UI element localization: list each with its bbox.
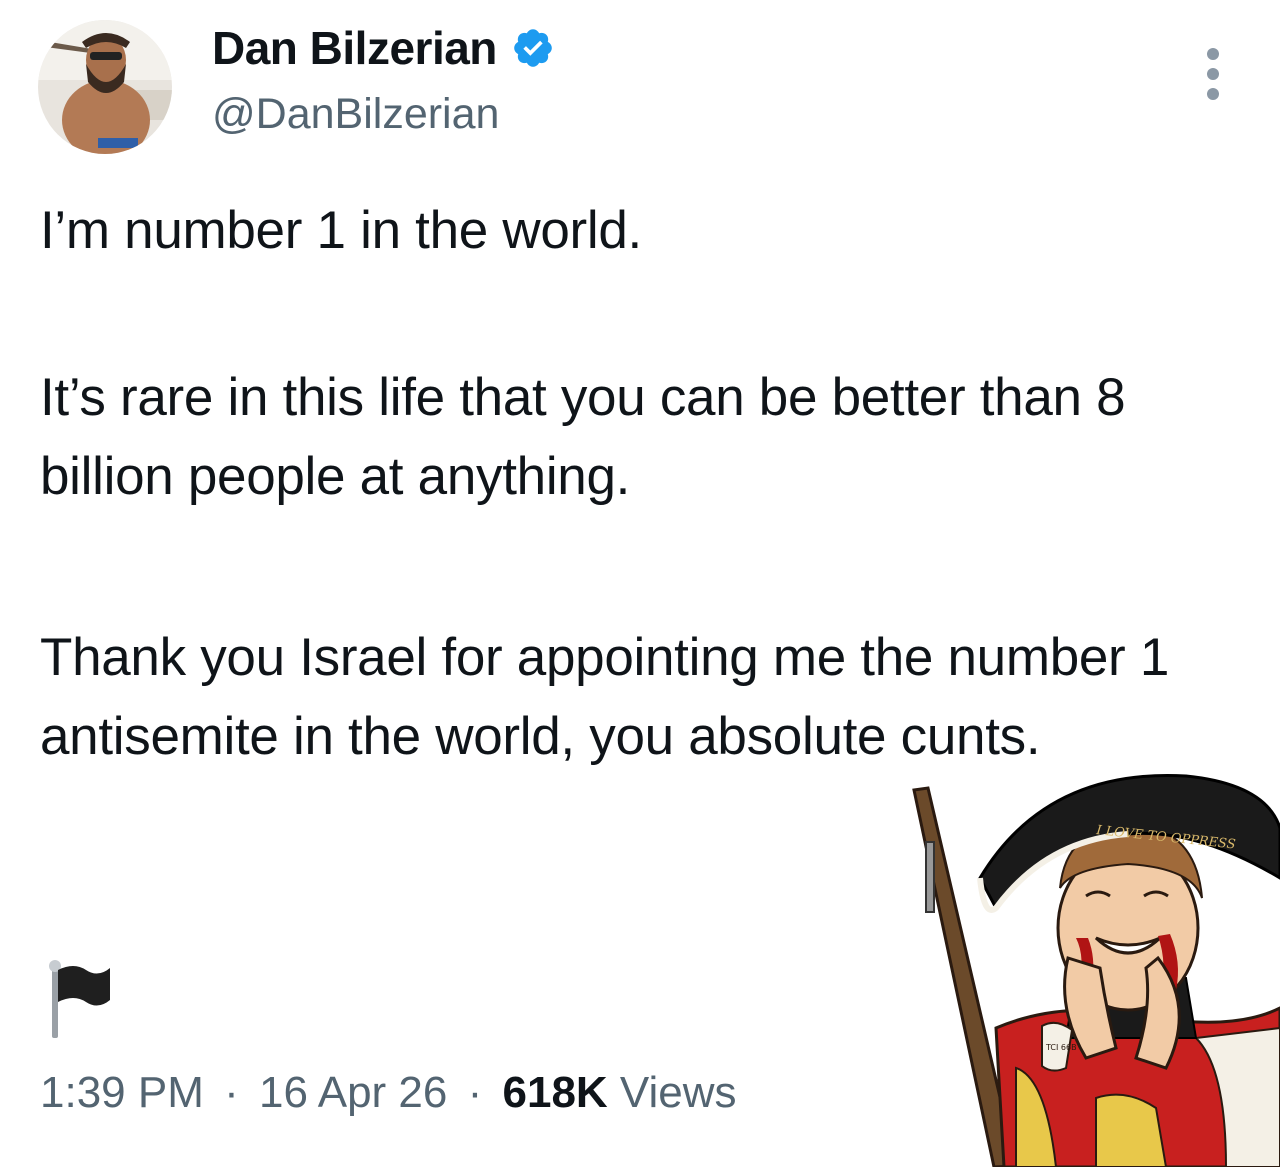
verified-badge-icon <box>514 29 552 67</box>
redcoat-soldier-illustration: I LOVE TO OPPRESS TCI 66B <box>912 773 1280 1167</box>
meme-sticker: I LOVE TO OPPRESS TCI 66B <box>896 768 1280 1167</box>
author-handle[interactable]: @DanBilzerian <box>212 90 499 139</box>
black-flag-icon <box>49 960 110 1038</box>
separator: · <box>467 1068 483 1117</box>
separator: · <box>224 1068 239 1117</box>
profile-photo <box>38 20 172 154</box>
more-options-icon[interactable] <box>1190 44 1236 104</box>
tweet-paragraph: Thank you Israel for appointing me the n… <box>40 628 1169 766</box>
tweet-time[interactable]: 1:39 PM <box>40 1068 204 1117</box>
views-count[interactable]: 618K <box>503 1068 608 1117</box>
author-name-row: Dan Bilzerian <box>212 20 555 76</box>
tweet-meta: 1:39 PM · 16 Apr 26 · 618K Views <box>40 1068 737 1118</box>
display-name[interactable]: Dan Bilzerian <box>212 21 497 75</box>
tweet-paragraph: It’s rare in this life that you can be b… <box>40 368 1126 506</box>
avatar[interactable] <box>38 20 172 154</box>
tweet-date[interactable]: 16 Apr 26 <box>259 1068 447 1117</box>
views-label: Views <box>619 1068 737 1117</box>
tweet-paragraph: I’m number 1 in the world. <box>40 201 642 260</box>
cup-text: TCI 66B <box>1045 1043 1077 1052</box>
